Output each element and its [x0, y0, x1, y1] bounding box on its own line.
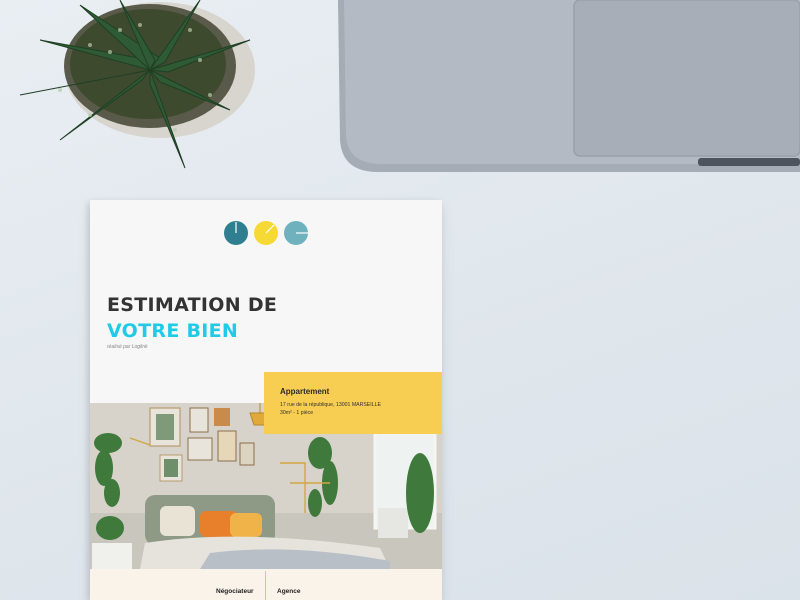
property-details: 30m² - 1 pièce: [280, 410, 314, 416]
property-address: 17 rue de la république, 13001 MARSEILLE: [280, 402, 381, 408]
company-logo: [224, 221, 308, 245]
byline: réalisé par Loglink: [107, 344, 148, 350]
property-info-box: Appartement 17 rue de la république, 130…: [264, 372, 442, 434]
estimation-brochure: ESTIMATION DE VOTRE BIEN réalisé par Log…: [90, 200, 442, 600]
laptop-photo: [338, 0, 800, 172]
footer-divider: [265, 571, 266, 600]
title-line-2: VOTRE BIEN: [107, 320, 239, 342]
title-line-1: ESTIMATION DE: [107, 294, 278, 316]
property-type: Appartement: [280, 387, 330, 396]
negotiator-label: Négociateur: [216, 588, 254, 595]
agency-label: Agence: [277, 588, 301, 595]
contact-footer: Négociateur Agence: [90, 569, 442, 600]
plant-photo: [19, 0, 255, 169]
